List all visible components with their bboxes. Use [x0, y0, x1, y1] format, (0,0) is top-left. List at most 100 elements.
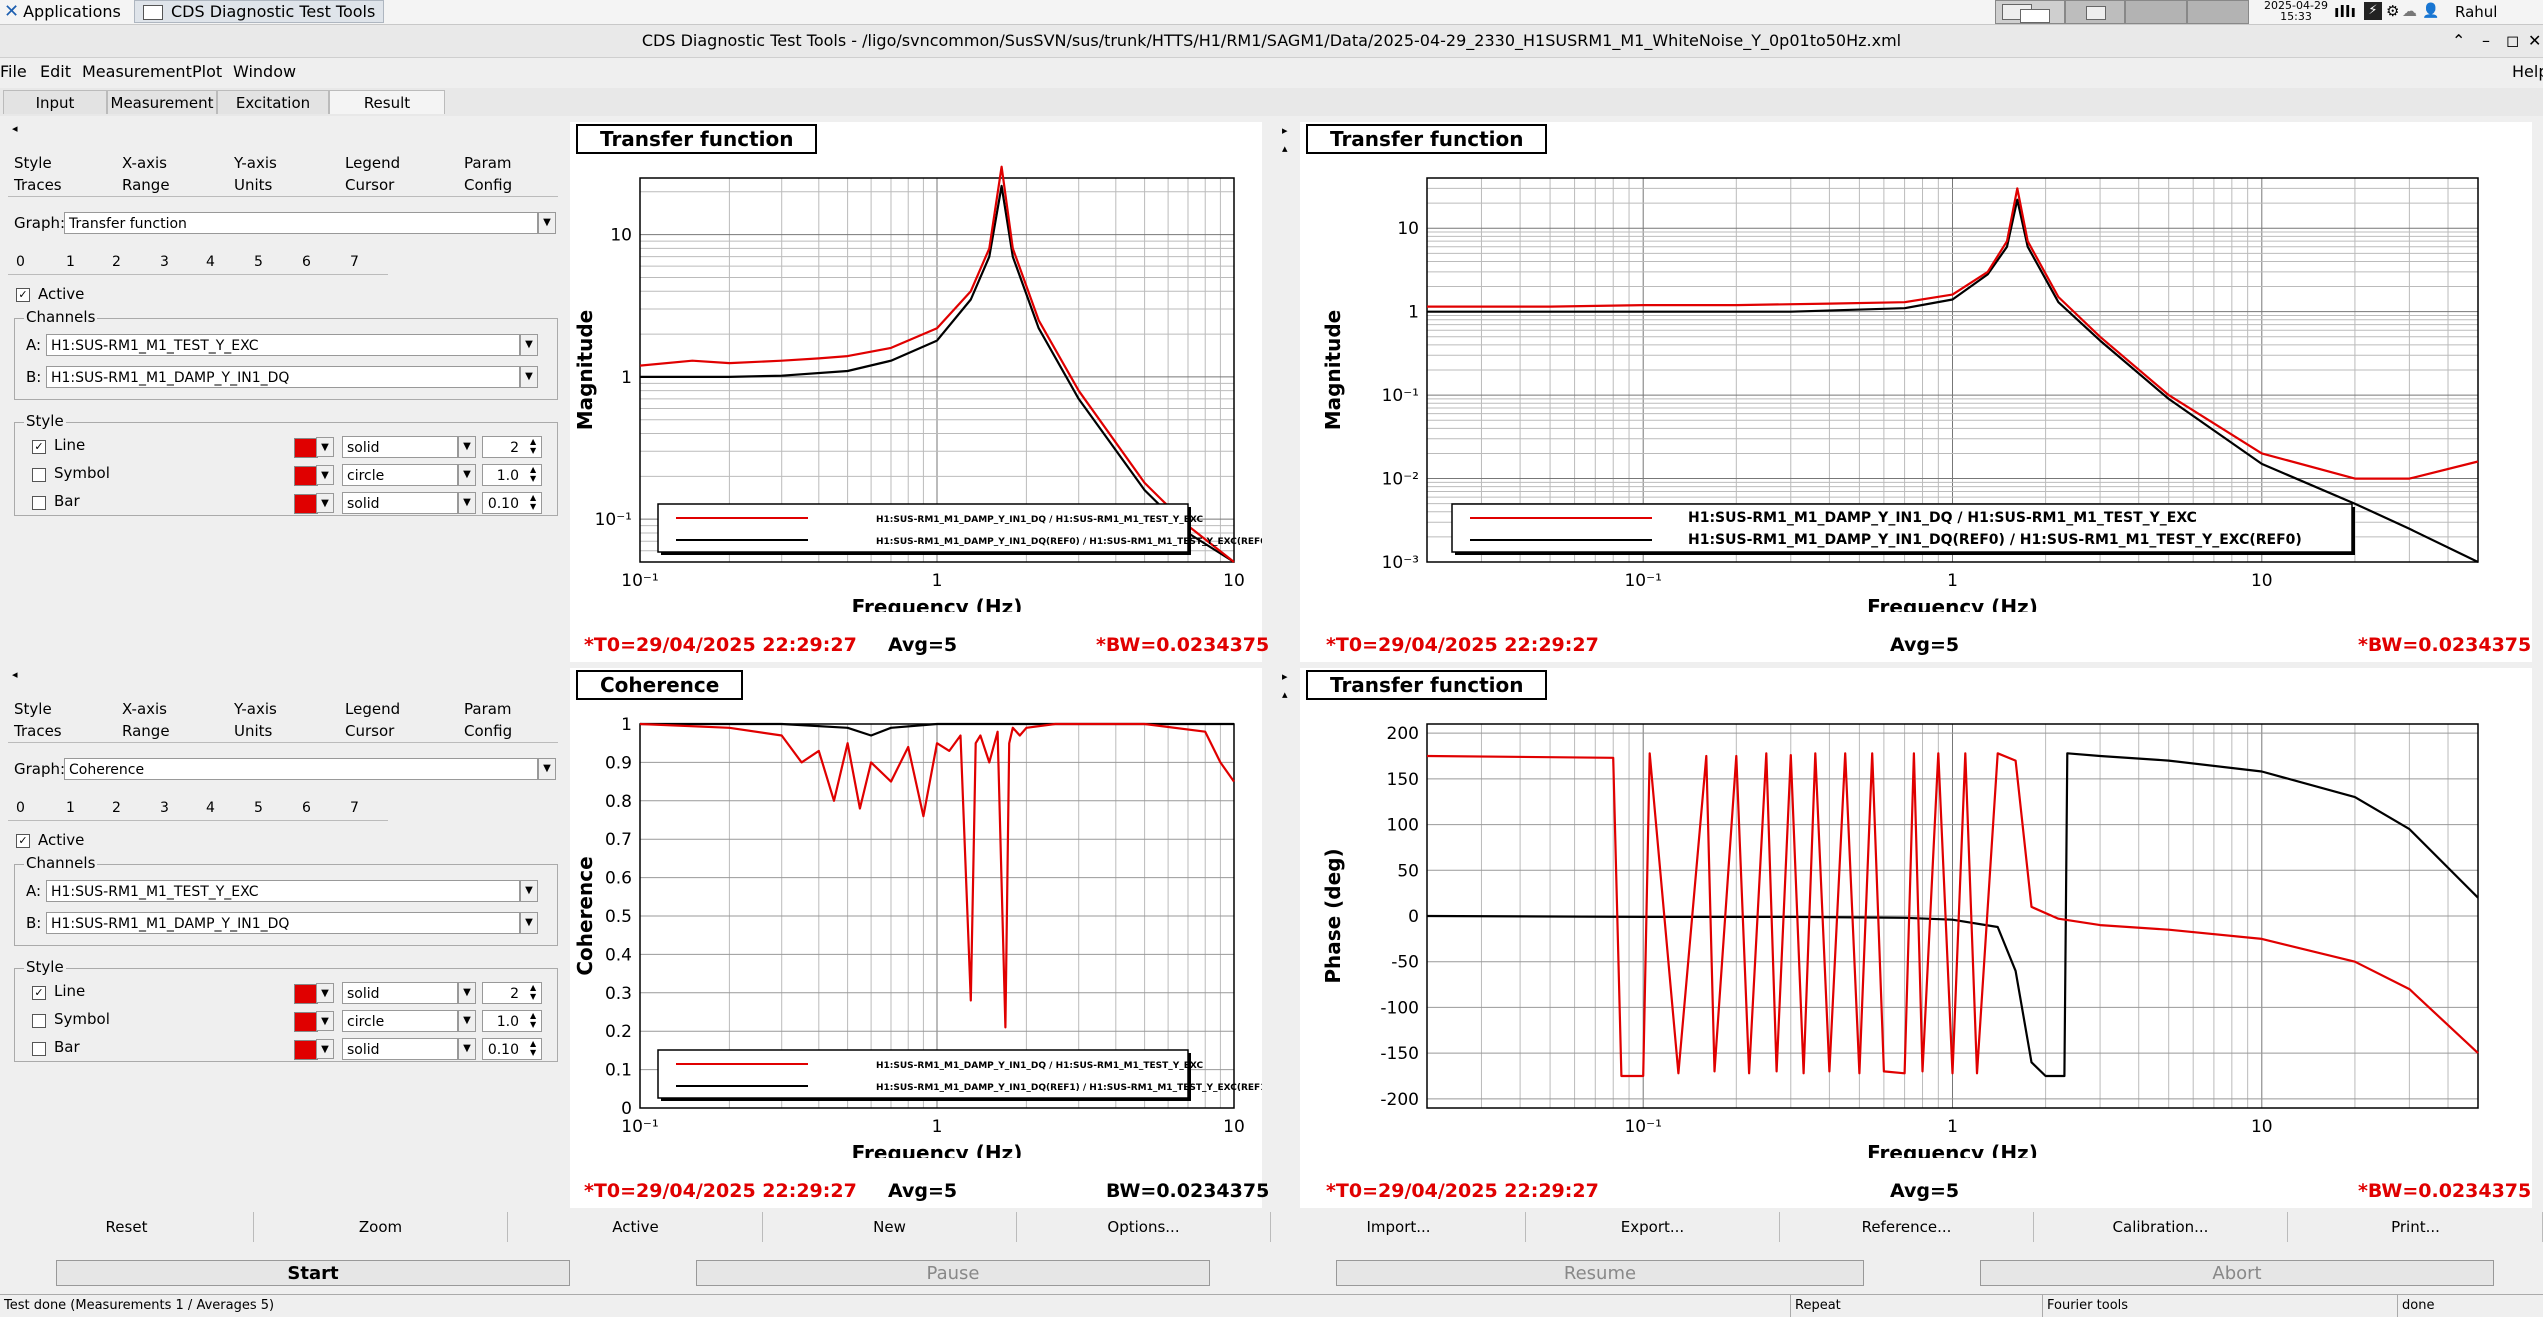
options-tab[interactable]: Legend — [345, 700, 400, 718]
menu-measurement[interactable]: Measurement — [82, 58, 200, 86]
options-tab[interactable]: X-axis — [122, 700, 167, 718]
spinner-arrows-icon[interactable]: ▲ ▼ — [530, 1039, 536, 1057]
bar-color-swatch[interactable] — [294, 494, 318, 514]
spinner-arrows-icon[interactable]: ▲ ▼ — [530, 465, 536, 483]
bar-style-select[interactable]: solid — [342, 492, 458, 514]
options-tab[interactable]: Param — [464, 700, 512, 718]
trace-tab[interactable]: 4 — [206, 800, 215, 816]
expand-left-icon[interactable]: ◂ — [12, 122, 18, 135]
trace-tab[interactable]: 5 — [254, 254, 263, 270]
line-color-swatch[interactable] — [294, 984, 318, 1004]
chevron-down-icon[interactable]: ▼ — [520, 880, 538, 902]
tab-excitation[interactable]: Excitation — [217, 90, 329, 114]
options-tab[interactable]: Range — [122, 176, 170, 194]
options-tab[interactable]: Style — [14, 154, 52, 172]
tab-measurement[interactable]: Measurement — [107, 90, 217, 114]
chevron-down-icon[interactable]: ▼ — [538, 212, 556, 234]
spinner-arrows-icon[interactable]: ▲ ▼ — [530, 1011, 536, 1029]
spinner-arrows-icon[interactable]: ▲ ▼ — [530, 437, 536, 455]
toolbar-button[interactable]: Zoom — [254, 1212, 508, 1242]
options-tab[interactable]: Config — [464, 176, 512, 194]
toolbar-button[interactable]: Options... — [1017, 1212, 1271, 1242]
symbol-color-swatch[interactable] — [294, 466, 318, 486]
workspace-2[interactable] — [2065, 0, 2125, 24]
toolbar-button[interactable]: Reset — [0, 1212, 254, 1242]
menu-plot[interactable]: Plot — [192, 58, 230, 86]
channel-b-select[interactable]: H1:SUS-RM1_M1_DAMP_Y_IN1_DQ — [46, 366, 520, 388]
applications-menu[interactable]: ✕ Applications — [0, 0, 130, 24]
options-tab[interactable]: Units — [234, 722, 272, 740]
options-tab[interactable]: Cursor — [345, 176, 394, 194]
line-style-select[interactable]: solid — [342, 982, 458, 1004]
options-tab[interactable]: Traces — [14, 176, 62, 194]
minimize-icon[interactable]: – — [2482, 25, 2490, 57]
options-tab[interactable]: Param — [464, 154, 512, 172]
options-tab[interactable]: Config — [464, 722, 512, 740]
collapse-icon[interactable]: ⌃ — [2452, 25, 2465, 57]
bar-checkbox[interactable] — [32, 496, 46, 510]
power-icon[interactable]: ⚡ — [2364, 2, 2382, 20]
settings-icon[interactable]: ⚙ — [2386, 2, 2399, 20]
bar-checkbox[interactable] — [32, 1042, 46, 1056]
tab-input[interactable]: Input — [3, 90, 107, 114]
line-style-select[interactable]: solid — [342, 436, 458, 458]
options-tab[interactable]: Legend — [345, 154, 400, 172]
menu-edit[interactable]: Edit — [40, 58, 79, 86]
active-checkbox[interactable]: ✓ — [16, 288, 30, 302]
chevron-down-icon[interactable]: ▼ — [458, 492, 476, 514]
toolbar-button[interactable]: Active — [509, 1212, 763, 1242]
channel-a-select[interactable]: H1:SUS-RM1_M1_TEST_Y_EXC — [46, 880, 520, 902]
plot-pane-top-right[interactable]: Transfer function 10⁻¹ 1 10 10⁻³ 10⁻² 10⁻¹ 1 10… — [1300, 122, 2532, 662]
line-checkbox[interactable]: ✓ — [32, 986, 46, 1000]
trace-tab[interactable]: 4 — [206, 254, 215, 270]
chevron-down-icon[interactable]: ▼ — [458, 436, 476, 458]
options-tab[interactable]: Traces — [14, 722, 62, 740]
cloud-icon[interactable]: ☁ — [2402, 2, 2417, 20]
workspace-3[interactable] — [2125, 0, 2187, 24]
maximize-icon[interactable]: ◻ — [2506, 25, 2519, 57]
spinner-arrows-icon[interactable]: ▲ ▼ — [530, 983, 536, 1001]
chevron-down-icon[interactable]: ▼ — [458, 1010, 476, 1032]
chevron-down-icon[interactable]: ▼ — [316, 1011, 334, 1031]
line-checkbox[interactable]: ✓ — [32, 440, 46, 454]
trace-tab[interactable]: 7 — [350, 800, 359, 816]
bar-color-swatch[interactable] — [294, 1040, 318, 1060]
clock[interactable]: 2025-04-29 15:33 — [2262, 0, 2330, 24]
toolbar-button[interactable]: Import... — [1272, 1212, 1526, 1242]
trace-tab[interactable]: 2 — [112, 800, 121, 816]
pause-button[interactable]: Pause — [696, 1260, 1210, 1286]
symbol-checkbox[interactable] — [32, 468, 46, 482]
chevron-down-icon[interactable]: ▼ — [316, 983, 334, 1003]
expand-right-icon[interactable]: ▸ — [1282, 124, 1288, 137]
trace-tab[interactable]: 1 — [66, 254, 75, 270]
symbol-checkbox[interactable] — [32, 1014, 46, 1028]
abort-button[interactable]: Abort — [1980, 1260, 2494, 1286]
chart-coherence[interactable]: 10⁻¹ 1 10 0 0.1 0.2 0.3 0.4 0.5 0.6 0.7 0.8 0.9 1 Freq… — [570, 668, 1262, 1158]
plot-pane-top-left[interactable]: Transfer function 10⁻¹ 1 10 10⁻¹ 1 10 Frequenc… — [570, 122, 1269, 662]
options-tab[interactable]: Units — [234, 176, 272, 194]
taskbar-window-button[interactable]: CDS Diagnostic Test Tools ... — [134, 0, 384, 43]
workspace-1[interactable] — [1995, 0, 2065, 24]
expand-left-icon[interactable]: ◂ — [12, 668, 18, 681]
chevron-down-icon[interactable]: ▼ — [520, 912, 538, 934]
chevron-down-icon[interactable]: ▼ — [458, 464, 476, 486]
line-color-swatch[interactable] — [294, 438, 318, 458]
symbol-style-select[interactable]: circle — [342, 464, 458, 486]
chevron-down-icon[interactable]: ▼ — [316, 437, 334, 457]
options-tab[interactable]: Style — [14, 700, 52, 718]
plot-pane-bottom-right[interactable]: Transfer function 10⁻¹ 1 10 -200 -150 -100 -50… — [1300, 668, 2532, 1208]
toolbar-button[interactable]: Print... — [2289, 1212, 2543, 1242]
trace-tab[interactable]: 5 — [254, 800, 263, 816]
menu-window[interactable]: Window — [233, 58, 304, 86]
options-tab[interactable]: Y-axis — [234, 700, 277, 718]
user-icon[interactable]: 👤 — [2422, 3, 2439, 19]
spinner-arrows-icon[interactable]: ▲ ▼ — [530, 493, 536, 511]
chevron-down-icon[interactable]: ▼ — [538, 758, 556, 780]
menu-file[interactable]: File — [0, 58, 35, 86]
chevron-down-icon[interactable]: ▼ — [458, 982, 476, 1004]
symbol-style-select[interactable]: circle — [342, 1010, 458, 1032]
trace-tab[interactable]: 1 — [66, 800, 75, 816]
options-tab[interactable]: Cursor — [345, 722, 394, 740]
chevron-down-icon[interactable]: ▼ — [520, 366, 538, 388]
expand-right-icon[interactable]: ▸ — [1282, 670, 1288, 683]
